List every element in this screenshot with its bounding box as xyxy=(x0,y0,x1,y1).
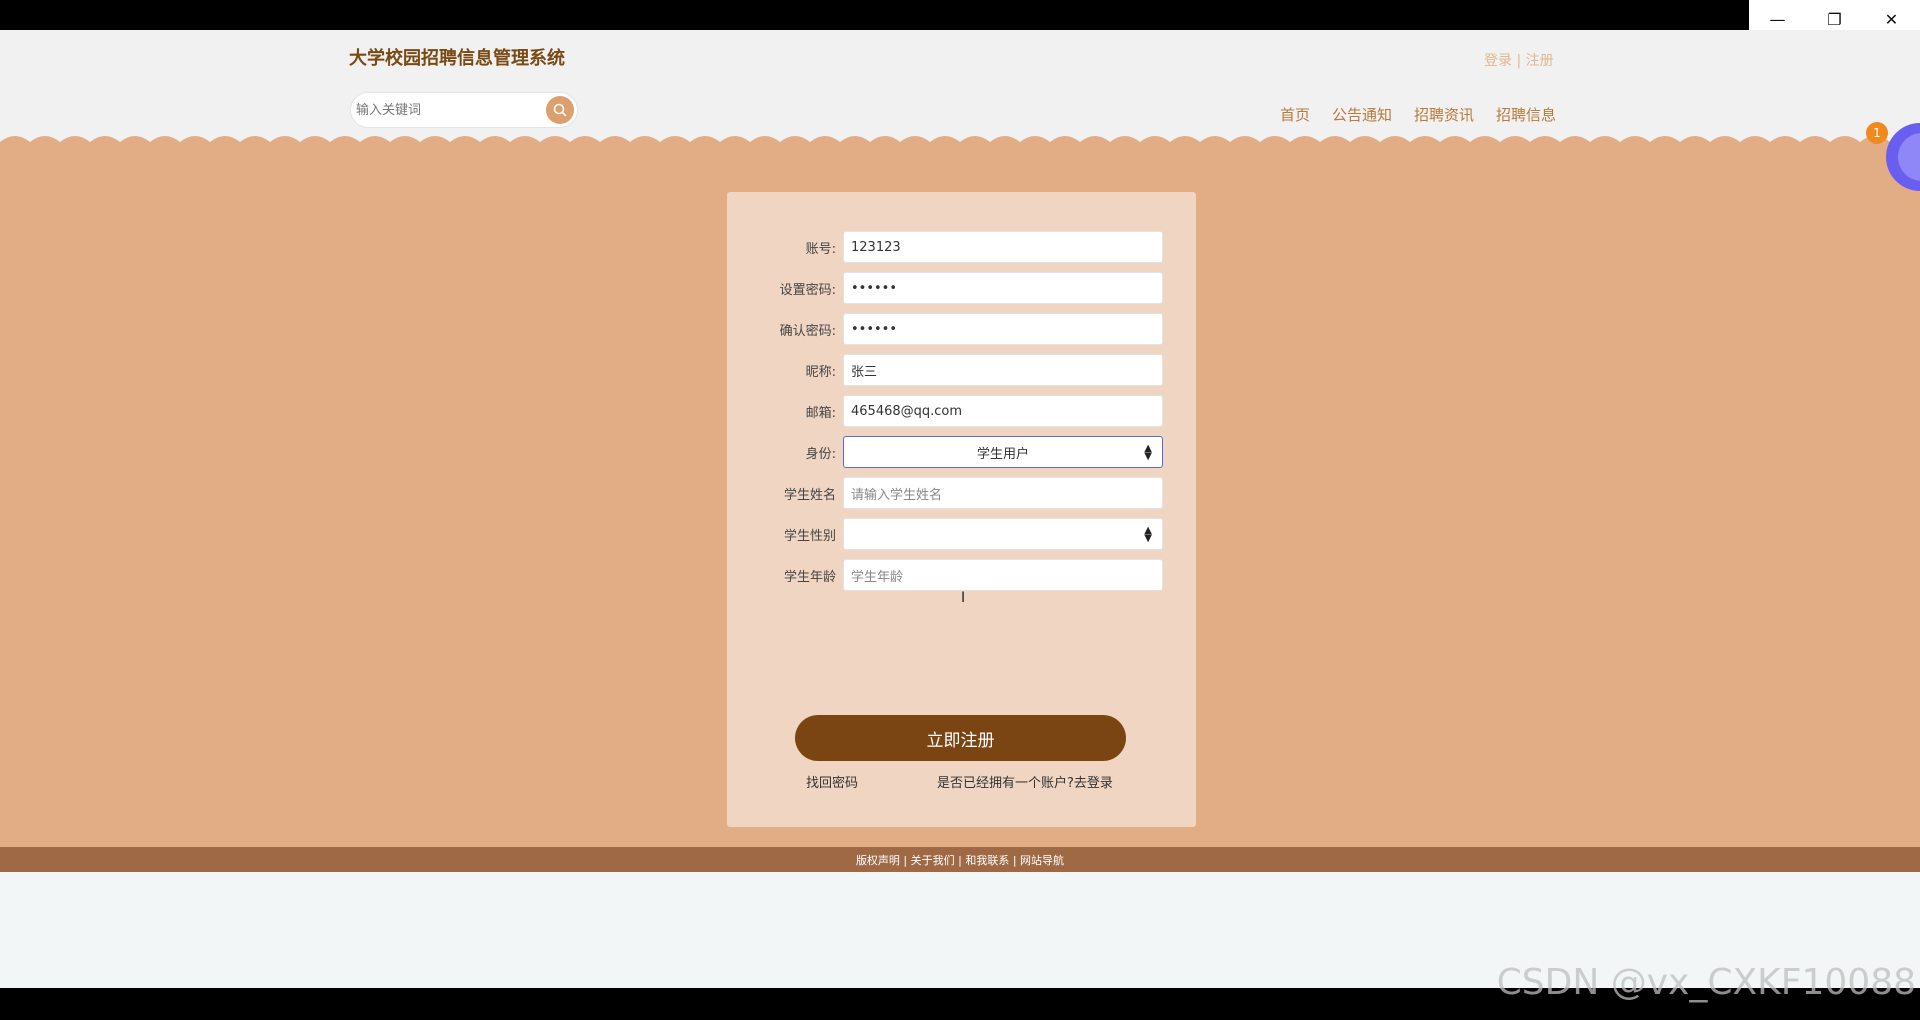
nav-item-notices[interactable]: 公告通知 xyxy=(1332,104,1392,125)
login-link[interactable]: 登录 xyxy=(1484,53,1512,69)
watermark: CSDN @vx_CXKF10088 xyxy=(1496,962,1916,1003)
role-row: 身份: 学生用户 ▲ ▼ xyxy=(727,436,1196,468)
email-row: 邮箱: 465468@qq.com xyxy=(727,395,1196,427)
register-link[interactable]: 注册 xyxy=(1526,53,1554,69)
confirm-password-input[interactable]: •••••• xyxy=(843,313,1163,345)
student-gender-label: 学生性别 xyxy=(783,529,836,544)
nav-item-home[interactable]: 首页 xyxy=(1280,104,1310,125)
student-age-label: 学生年龄 xyxy=(783,570,836,585)
nickname-label: 昵称: xyxy=(805,365,836,380)
role-select[interactable]: 学生用户 ▲ ▼ xyxy=(843,436,1163,468)
search-input[interactable] xyxy=(356,99,536,121)
forgot-password-link[interactable]: 找回密码 xyxy=(806,772,858,791)
register-panel: 账号: 123123 设置密码: •••••• 确认密码: •••••• 昵称:… xyxy=(727,192,1196,827)
auth-links: 登录 | 注册 xyxy=(1484,50,1554,70)
student-age-row: 学生年龄 学生年龄 xyxy=(727,559,1196,591)
student-age-input[interactable]: 学生年龄 xyxy=(843,559,1163,591)
text-cursor-icon: I xyxy=(961,590,966,606)
account-input[interactable]: 123123 xyxy=(843,231,1163,263)
student-name-row: 学生姓名 请输入学生姓名 xyxy=(727,477,1196,509)
student-name-input[interactable]: 请输入学生姓名 xyxy=(843,477,1163,509)
site-title: 大学校园招聘信息管理系统 xyxy=(349,48,565,69)
password-label: 设置密码: xyxy=(779,283,836,298)
go-login-link[interactable]: 是否已经拥有一个账户?去登录 xyxy=(937,772,1113,791)
nav-item-jobs[interactable]: 招聘信息 xyxy=(1496,104,1556,125)
page: 大学校园招聘信息管理系统 登录 | 注册 首页 公告通知 招聘资讯 招聘信息 xyxy=(0,30,1920,988)
account-label: 账号: xyxy=(805,242,836,257)
student-gender-select[interactable]: ▲ ▼ xyxy=(843,518,1163,550)
auth-separator: | xyxy=(1512,53,1526,69)
password-row: 设置密码: •••••• xyxy=(727,272,1196,304)
search-icon xyxy=(553,103,567,117)
password-input[interactable]: •••••• xyxy=(843,272,1163,304)
footer-links: 版权声明 | 关于我们 | 和我联系 | 网站导航 xyxy=(0,847,1920,872)
role-select-value: 学生用户 xyxy=(976,446,1029,462)
notification-badge: 1 xyxy=(1866,122,1888,144)
nav-item-news[interactable]: 招聘资讯 xyxy=(1414,104,1474,125)
student-name-label: 学生姓名 xyxy=(783,488,836,503)
confirm-password-label: 确认密码: xyxy=(779,324,836,339)
student-gender-row: 学生性别 ▲ ▼ xyxy=(727,518,1196,550)
updown-arrow-icon: ▲ ▼ xyxy=(1144,443,1152,462)
nickname-input[interactable]: 张三 xyxy=(843,354,1163,386)
main-nav: 首页 公告通知 招聘资讯 招聘信息 xyxy=(1280,104,1556,125)
site-header: 大学校园招聘信息管理系统 登录 | 注册 首页 公告通知 招聘资讯 招聘信息 xyxy=(0,30,1920,145)
role-label: 身份: xyxy=(805,447,836,462)
confirm-password-row: 确认密码: •••••• xyxy=(727,313,1196,345)
email-input[interactable]: 465468@qq.com xyxy=(843,395,1163,427)
floating-assistant[interactable]: 1 xyxy=(1866,112,1920,204)
nickname-row: 昵称: 张三 xyxy=(727,354,1196,386)
search-box xyxy=(350,92,578,128)
updown-arrow-icon: ▲ ▼ xyxy=(1144,525,1152,544)
title-bar xyxy=(0,0,1920,30)
account-row: 账号: 123123 xyxy=(727,231,1196,263)
main-area: 账号: 123123 设置密码: •••••• 确认密码: •••••• 昵称:… xyxy=(0,147,1920,847)
register-button[interactable]: 立即注册 xyxy=(795,715,1126,761)
search-button[interactable] xyxy=(546,96,574,124)
email-label: 邮箱: xyxy=(805,406,836,421)
